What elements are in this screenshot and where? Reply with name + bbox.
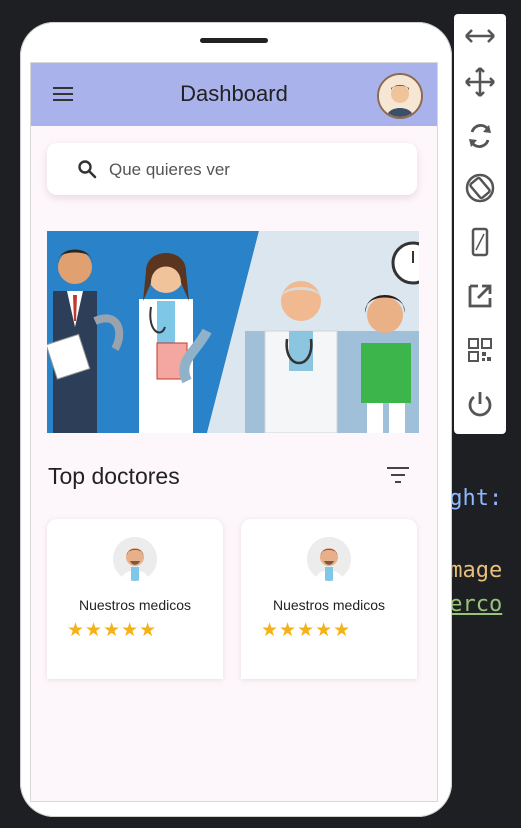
doctors-illustration bbox=[47, 231, 419, 433]
move-icon[interactable] bbox=[462, 64, 498, 100]
doctors-banner-image bbox=[47, 231, 419, 433]
user-avatar[interactable] bbox=[377, 73, 423, 119]
phone-device-frame: Dashboard Que quieres ver Top doctores N… bbox=[20, 22, 452, 817]
qr-code-icon[interactable] bbox=[462, 332, 498, 368]
filter-icon[interactable] bbox=[387, 467, 409, 483]
doctor-icon bbox=[307, 537, 351, 581]
doctor-avatar bbox=[113, 537, 157, 581]
star-rating: ★★★★★ bbox=[261, 620, 352, 641]
device-speaker bbox=[200, 38, 268, 43]
app-screen: Dashboard Que quieres ver Top doctores N… bbox=[30, 62, 438, 802]
open-external-icon[interactable] bbox=[462, 278, 498, 314]
avatar-icon bbox=[379, 75, 421, 117]
search-icon bbox=[78, 160, 97, 179]
emulator-toolbar bbox=[454, 14, 506, 434]
app-bar: Dashboard bbox=[31, 63, 437, 126]
phone-icon[interactable] bbox=[462, 224, 498, 260]
rotate-screen-icon[interactable] bbox=[462, 170, 498, 206]
search-bar[interactable] bbox=[47, 143, 417, 195]
resize-horizontal-icon[interactable] bbox=[462, 18, 498, 54]
doctor-card[interactable]: Nuestros medicos ★★★★★ bbox=[47, 519, 223, 679]
doctor-icon bbox=[113, 537, 157, 581]
doctor-name: Nuestros medicos bbox=[272, 597, 386, 613]
search-input[interactable] bbox=[107, 157, 391, 183]
doctor-name: Nuestros medicos bbox=[78, 597, 192, 613]
doctor-avatar bbox=[307, 537, 351, 581]
power-icon[interactable] bbox=[462, 386, 498, 422]
star-rating: ★★★★★ bbox=[67, 620, 158, 641]
rotate-icon[interactable] bbox=[462, 118, 498, 154]
section-title: Top doctores bbox=[48, 463, 180, 489]
doctor-card[interactable]: Nuestros medicos ★★★★★ bbox=[241, 519, 417, 679]
